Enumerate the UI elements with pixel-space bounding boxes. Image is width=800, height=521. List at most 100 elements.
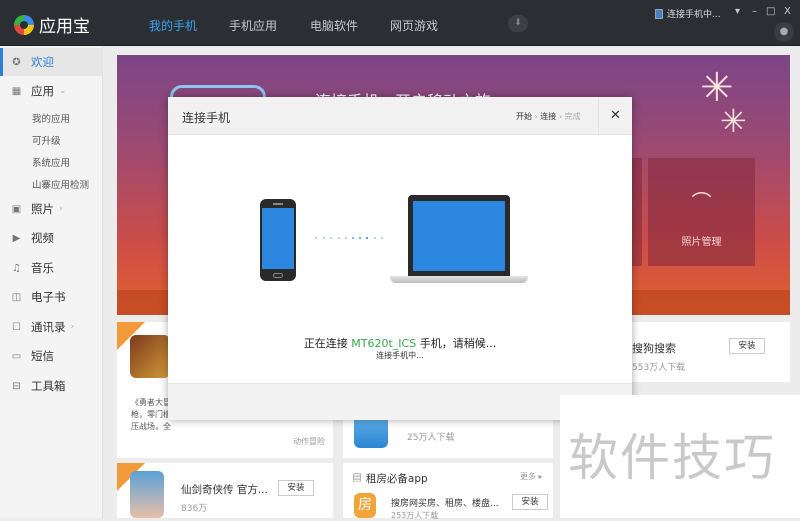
progress-dot	[366, 237, 368, 239]
connection-status[interactable]: 连接手机中...	[655, 7, 721, 20]
dialog-header: 连接手机 开始 › 连接 › 完成 ✕	[168, 97, 632, 135]
app-logo[interactable]: 应用宝	[14, 12, 90, 37]
photo-icon: ▣	[11, 203, 22, 215]
sogou-card[interactable]: 搜狗搜索 553万人下载 安装	[630, 322, 790, 382]
menu-button[interactable]: ▾	[735, 6, 740, 17]
device-name: MT620t_ICS	[351, 337, 417, 350]
dialog-close-button[interactable]: ✕	[598, 97, 632, 135]
progress-dot	[359, 237, 361, 239]
step-connect: 连接	[540, 112, 557, 121]
sidebar-item-sms[interactable]: ▭ 短信	[0, 342, 103, 370]
message-suffix: 手机，请稍候...	[419, 337, 497, 350]
video-icon: ▶	[12, 232, 21, 244]
sidebar-item-label: 应用	[31, 84, 54, 98]
laptop-base	[390, 276, 528, 283]
download-icon[interactable]: ⬇	[508, 15, 528, 32]
progress-dot	[338, 237, 340, 239]
game-desc: 压战场，全	[131, 422, 171, 431]
game-card[interactable]: 仙剑奇侠传 官方... 836万 安装	[117, 463, 333, 518]
app-name: 搜狗搜索	[632, 342, 676, 355]
step-separator: ›	[558, 112, 563, 121]
sidebar-item-label: 音乐	[31, 261, 54, 275]
step-start: 开始	[516, 112, 532, 121]
sidebar-item-label: 照片	[31, 202, 54, 216]
chevron-right-icon: ›	[70, 322, 75, 332]
tile-label: 照片管理	[681, 237, 722, 248]
download-count: 253万人下载	[391, 511, 439, 520]
fang-app-icon: 房	[354, 493, 376, 518]
progress-dot	[345, 237, 347, 239]
book-icon: ◫	[11, 291, 22, 303]
step-breadcrumb: 开始 › 连接 › 完成	[516, 111, 581, 122]
section-title: 租房必备app	[365, 473, 428, 485]
download-count: 553万人下载	[632, 363, 686, 373]
close-button[interactable]: X	[784, 6, 791, 17]
sidebar-item-contacts[interactable]: ☐ 通讯录 ›	[0, 313, 103, 341]
title-bar: 应用宝 我的手机 手机应用 电脑软件 网页游戏 ⬇ 连接手机中... ▾ – □…	[0, 0, 800, 46]
sidebar-item-toolbox[interactable]: ⊟ 工具箱	[0, 372, 103, 400]
sidebar-item-welcome[interactable]: ✪ 欢迎	[0, 48, 103, 76]
connecting-submessage: 连接手机中...	[376, 351, 424, 360]
install-button[interactable]: 安装	[278, 480, 314, 496]
game-desc: 《勇者大冒	[131, 398, 171, 407]
app-logo-icon	[14, 14, 34, 35]
download-count: 25万人下载	[407, 433, 455, 443]
more-link[interactable]: 更多 ▸	[520, 471, 543, 482]
step-done: 完成	[564, 112, 581, 121]
user-avatar[interactable]: ●	[774, 22, 794, 42]
progress-dot	[323, 237, 325, 239]
sidebar-item-video[interactable]: ▶ 视频	[0, 224, 103, 252]
tab-web-games[interactable]: 网页游戏	[390, 17, 438, 34]
game-icon	[130, 335, 170, 378]
maximize-button[interactable]: □	[766, 6, 775, 17]
connecting-message: 正在连接 MT620t_ICS 手机，请稍候...	[168, 335, 632, 351]
welcome-icon: ✪	[12, 56, 21, 68]
progress-dot	[330, 237, 332, 239]
chevron-down-icon: ⌄	[59, 86, 67, 96]
firework-icon: ✳	[720, 102, 747, 140]
connection-status-text: 连接手机中...	[667, 10, 721, 20]
sidebar-item-apps[interactable]: ▦ 应用 ⌄	[0, 77, 103, 105]
progress-dot	[374, 237, 376, 239]
rent-apps-card[interactable]: ▤ 租房必备app 更多 ▸ 房 搜房网买房、租房、楼盘... 253万人下载 安…	[343, 463, 553, 520]
install-button[interactable]: 安装	[729, 338, 765, 354]
tab-my-phone[interactable]: 我的手机	[149, 17, 197, 34]
app-name: 搜房网买房、租房、楼盘...	[391, 499, 499, 509]
sidebar-item-label: 短信	[31, 349, 54, 363]
app-name: 应用宝	[39, 17, 90, 37]
sidebar-sub-my-apps[interactable]: 我的应用	[32, 111, 70, 125]
sidebar-sub-upgradable[interactable]: 可升级	[32, 133, 61, 147]
sidebar-item-label: 工具箱	[31, 379, 66, 393]
photo-management-tile[interactable]: ⌒ 照片管理	[648, 158, 755, 266]
phone-illustration	[260, 199, 296, 281]
chevron-right-icon: ›	[59, 204, 63, 214]
sidebar-item-label: 通讯录	[31, 320, 66, 334]
sidebar-item-label: 视频	[31, 231, 54, 245]
watermark-text: 软件技巧	[568, 429, 776, 487]
laptop-illustration	[408, 195, 510, 276]
more-label: 更多	[520, 472, 536, 481]
download-count: 836万	[181, 504, 208, 514]
game-category[interactable]: 动作冒险	[293, 436, 325, 447]
step-separator: ›	[534, 112, 538, 121]
music-icon: ♫	[12, 262, 21, 274]
list-icon: ▤	[352, 471, 362, 483]
banner-tile[interactable]	[632, 158, 642, 266]
sidebar-sub-fake-app-check[interactable]: 山寨应用检测	[32, 177, 89, 191]
tab-pc-software[interactable]: 电脑软件	[310, 17, 358, 34]
sidebar-sub-system-apps[interactable]: 系统应用	[32, 155, 70, 169]
minimize-button[interactable]: –	[752, 6, 757, 17]
game-icon	[130, 471, 164, 518]
progress-dot	[315, 237, 317, 239]
message-icon: ▭	[11, 350, 22, 362]
message-prefix: 正在连接	[303, 337, 348, 350]
sidebar-item-photos[interactable]: ▣ 照片 ›	[0, 195, 103, 223]
app-name: 仙剑奇侠传 官方...	[181, 484, 268, 496]
install-button[interactable]: 安装	[512, 494, 548, 510]
sidebar-item-music[interactable]: ♫ 音乐	[0, 254, 103, 282]
sidebar-item-label: 欢迎	[31, 55, 54, 69]
tab-phone-apps[interactable]: 手机应用	[229, 17, 277, 34]
phone-status-icon	[655, 8, 663, 19]
sidebar-item-ebooks[interactable]: ◫ 电子书	[0, 283, 103, 311]
sidebar: ✪ 欢迎 ▦ 应用 ⌄ 我的应用 可升级 系统应用 山寨应用检测 ▣ 照片 › ▶ 视频 ♫…	[0, 46, 103, 518]
